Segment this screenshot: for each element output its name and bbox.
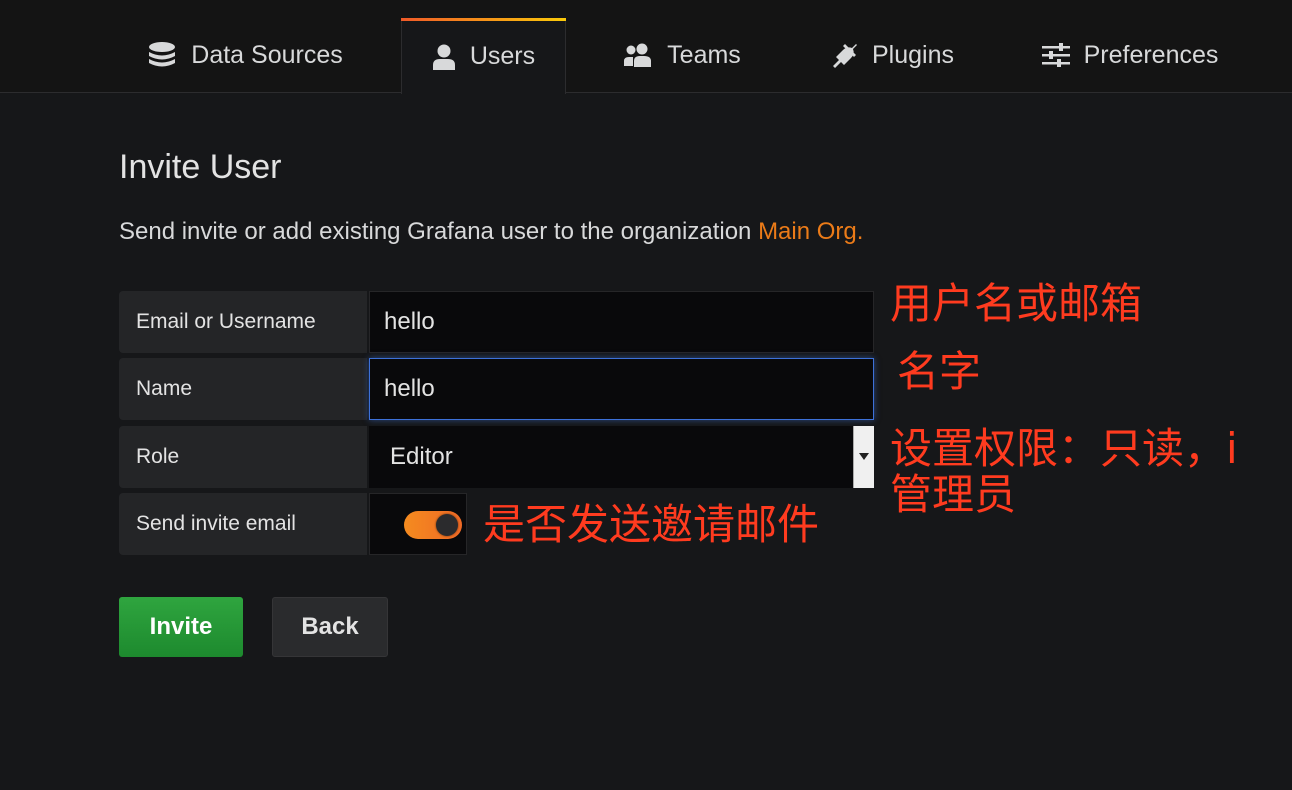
role-selected-value: Editor <box>390 443 453 470</box>
sliders-icon <box>1041 43 1070 67</box>
tab-data-sources[interactable]: Data Sources <box>140 18 350 92</box>
users-icon <box>623 43 653 67</box>
invite-button[interactable]: Invite <box>119 597 243 657</box>
org-name: Main Org. <box>758 218 864 245</box>
send-email-toggle[interactable] <box>369 493 467 555</box>
annotation-role-line1: 设置权限：只读，i <box>890 424 1238 473</box>
email-input[interactable]: hello <box>369 291 874 353</box>
send-email-label: Send invite email <box>119 493 367 555</box>
tab-label: Preferences <box>1083 40 1219 69</box>
plug-icon <box>830 42 858 68</box>
name-label: Name <box>119 358 367 420</box>
annotation-name: 名字 <box>897 347 982 396</box>
tab-plugins[interactable]: Plugins <box>818 18 966 92</box>
tab-label: Plugins <box>872 40 954 69</box>
top-nav: Data Sources Users Teams Plugins Prefere… <box>0 0 1292 94</box>
tab-teams[interactable]: Teams <box>612 18 752 92</box>
chevron-down-icon[interactable] <box>853 426 874 488</box>
back-button[interactable]: Back <box>272 597 388 657</box>
send-email-row: Send invite email <box>119 493 469 555</box>
role-row: Role Editor <box>119 426 879 488</box>
tab-label: Users <box>469 42 536 70</box>
tab-users[interactable]: Users <box>401 18 566 94</box>
name-row: Name hello <box>119 358 879 420</box>
annotation-role-line2: 管理员 <box>890 470 1017 519</box>
annotation-email: 用户名或邮箱 <box>890 279 1143 328</box>
tab-preferences[interactable]: Preferences <box>1030 18 1230 92</box>
annotation-send-email: 是否发送邀请邮件 <box>483 500 820 549</box>
toggle-switch[interactable] <box>404 511 462 539</box>
database-icon <box>147 41 177 69</box>
subtitle-text: Send invite or add existing Grafana user… <box>119 218 759 245</box>
page-subtitle: Send invite or add existing Grafana user… <box>119 218 863 246</box>
email-row: Email or Username hello <box>119 291 879 353</box>
role-select[interactable]: Editor <box>369 426 874 488</box>
page-title: Invite User <box>119 148 282 186</box>
tab-label: Teams <box>667 40 741 69</box>
user-icon <box>432 44 456 70</box>
name-input[interactable]: hello <box>369 358 874 420</box>
role-label: Role <box>119 426 367 488</box>
toggle-knob <box>436 514 458 536</box>
tab-label: Data Sources <box>191 40 343 69</box>
email-label: Email or Username <box>119 291 367 353</box>
